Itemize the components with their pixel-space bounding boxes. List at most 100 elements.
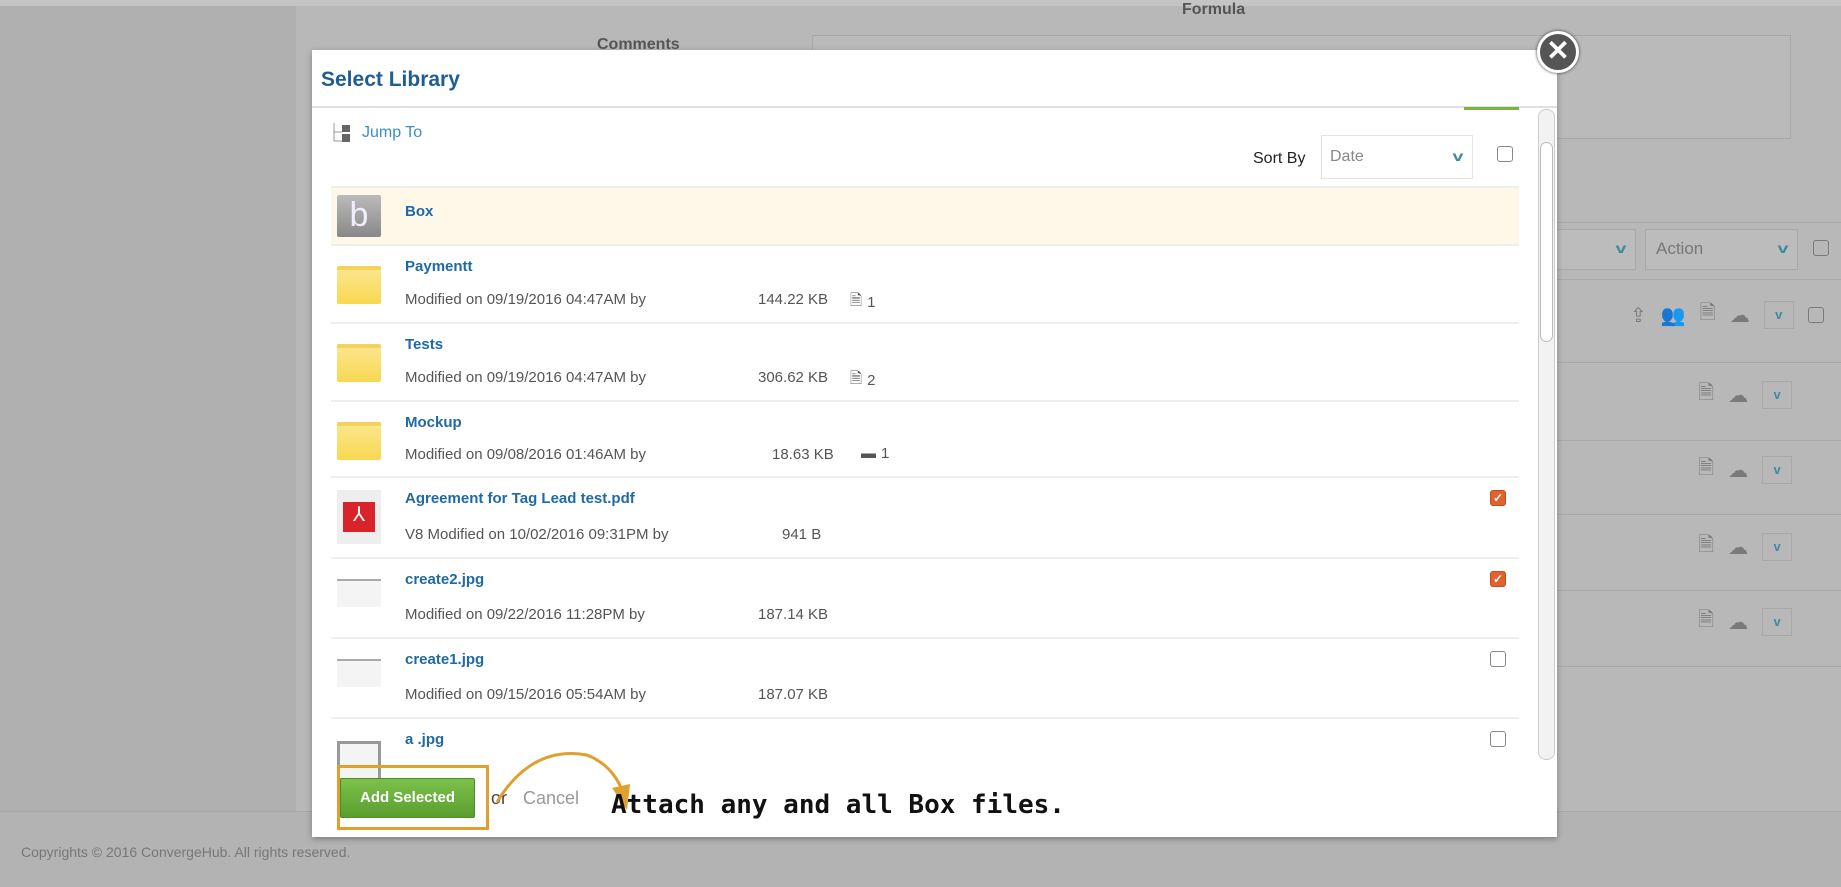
annotation-text: Attach any and all Box files. — [611, 790, 1065, 820]
green-accent — [1464, 107, 1519, 110]
preview-icon[interactable]: 🗎 — [1698, 605, 1714, 639]
preview-icon[interactable]: 🗎 — [1698, 453, 1714, 487]
image-thumbnail — [337, 659, 381, 687]
item-count: 🗎 2 — [850, 368, 875, 393]
item-meta: Modified on 09/22/2016 11:28PM by — [405, 606, 645, 623]
file-icon: 🗎 — [850, 292, 863, 309]
item-checkbox[interactable] — [1490, 731, 1506, 747]
add-selected-button[interactable]: Add Selected — [340, 778, 475, 818]
cloud-download-icon[interactable]: ☁ — [1728, 535, 1748, 560]
list-item[interactable]: Paymentt Modified on 09/19/2016 04:47AM … — [331, 244, 1519, 322]
preview-icon[interactable]: 🗎 — [1700, 298, 1716, 332]
item-size: 187.14 KB — [758, 606, 829, 623]
divider — [1540, 362, 1841, 363]
tree-icon — [333, 123, 350, 142]
item-meta: Modified on 09/19/2016 04:47AM by — [405, 291, 647, 308]
users-icon[interactable]: 👥 — [1661, 303, 1686, 328]
item-meta: V8 Modified on 10/02/2016 09:31PM by — [405, 526, 669, 543]
image-thumbnail — [337, 579, 381, 607]
item-checkbox[interactable] — [1490, 651, 1506, 667]
item-meta: Modified on 09/08/2016 01:46AM by — [405, 446, 647, 463]
folder-icon — [337, 344, 381, 382]
list-item[interactable]: Mockup Modified on 09/08/2016 01:46AM by… — [331, 400, 1519, 476]
chevron-down-icon: v — [1777, 240, 1789, 256]
select-all-checkbox[interactable] — [1813, 240, 1829, 256]
divider — [1540, 514, 1841, 515]
item-size: 941 B — [782, 526, 822, 543]
count-value: 2 — [867, 372, 876, 389]
chevron-down-button[interactable]: v — [1762, 381, 1793, 409]
chevron-down-button[interactable]: v — [1762, 608, 1793, 636]
item-name[interactable]: Paymentt — [405, 258, 473, 275]
share-icon[interactable]: ⇪ — [1630, 303, 1647, 328]
count-value: 1 — [881, 445, 890, 462]
cloud-download-icon[interactable]: ☁ — [1728, 610, 1748, 635]
row-actions: 🗎 ☁ v — [1698, 530, 1793, 564]
jump-to-link[interactable]: Jump To — [332, 122, 422, 144]
divider — [1540, 666, 1841, 667]
list-item[interactable]: Tests Modified on 09/19/2016 04:47AM by … — [331, 322, 1519, 400]
row-actions: 🗎 ☁ v — [1698, 378, 1793, 412]
annotation-arrow-icon — [495, 752, 630, 810]
formula-label: Formula — [1182, 1, 1246, 18]
item-name[interactable]: Mockup — [405, 414, 462, 431]
item-name[interactable]: a .jpg — [405, 731, 444, 748]
scrollbar-thumb[interactable] — [1540, 142, 1553, 342]
sort-by-value: Date — [1330, 148, 1364, 165]
divider — [1540, 440, 1841, 441]
close-dialog-button[interactable]: ✕ — [1537, 31, 1579, 73]
chevron-down-icon: v — [1452, 148, 1464, 164]
acrobat-logo: ⅄ — [343, 502, 375, 532]
jump-to-label: Jump To — [362, 124, 423, 141]
chevron-down-icon: v — [1615, 240, 1627, 256]
item-size: 187.07 KB — [758, 686, 829, 703]
preview-icon[interactable]: 🗎 — [1698, 378, 1714, 412]
divider — [1540, 590, 1841, 591]
cloud-download-icon[interactable]: ☁ — [1728, 458, 1748, 483]
action-select[interactable]: Action v — [1645, 229, 1798, 270]
item-checkbox[interactable]: ✓ — [1490, 571, 1506, 587]
preview-icon[interactable]: 🗎 — [1698, 530, 1714, 564]
item-size: 306.62 KB — [758, 369, 829, 386]
item-meta: Modified on 09/19/2016 04:47AM by — [405, 369, 647, 386]
scrollbar[interactable] — [1538, 109, 1555, 760]
item-checkbox[interactable]: ✓ — [1490, 490, 1506, 506]
sidebar — [0, 6, 296, 887]
item-name[interactable]: Box — [405, 203, 433, 220]
list-item-box[interactable]: b Box — [331, 186, 1519, 244]
folder-icon — [337, 266, 381, 304]
item-size: 18.63 KB — [772, 446, 834, 463]
item-name[interactable]: create2.jpg — [405, 571, 484, 588]
list-item[interactable]: ⅄ Agreement for Tag Lead test.pdf V8 Mod… — [331, 476, 1519, 557]
list-item[interactable]: create2.jpg Modified on 09/22/2016 11:28… — [331, 557, 1519, 637]
cloud-download-icon[interactable]: ☁ — [1728, 383, 1748, 408]
chevron-down-button[interactable]: v — [1762, 456, 1793, 484]
chevron-down-button[interactable]: v — [1762, 533, 1793, 561]
item-name[interactable]: Agreement for Tag Lead test.pdf — [405, 490, 635, 507]
dialog-title: Select Library — [321, 68, 460, 91]
row-actions: 🗎 ☁ v — [1698, 605, 1793, 639]
copyright-text: Copyrights © 2016 ConvergeHub. All right… — [21, 844, 351, 860]
chevron-down-button[interactable]: v — [1763, 301, 1794, 329]
row-actions: ⇪ 👥 🗎 ☁ v — [1630, 298, 1824, 332]
cloud-download-icon[interactable]: ☁ — [1730, 303, 1750, 328]
row-checkbox[interactable] — [1807, 307, 1824, 323]
select-all-checkbox[interactable] — [1497, 146, 1513, 162]
item-size: 144.22 KB — [758, 291, 829, 308]
box-icon: b — [337, 195, 381, 237]
sort-by-select[interactable]: Date v — [1321, 135, 1473, 179]
row-actions: 🗎 ☁ v — [1698, 453, 1793, 487]
file-list: b Box Paymentt Modified on 09/19/2016 04… — [331, 186, 1519, 809]
item-count: ▬ 1 — [861, 445, 889, 462]
list-item[interactable]: create1.jpg Modified on 09/15/2016 05:54… — [331, 637, 1519, 717]
action-select-value: Action — [1656, 239, 1704, 258]
item-name[interactable]: Tests — [405, 336, 443, 353]
pdf-icon: ⅄ — [337, 490, 381, 544]
item-meta: Modified on 09/15/2016 05:54AM by — [405, 686, 647, 703]
divider — [1540, 222, 1841, 223]
item-count: 🗎 1 — [850, 290, 875, 315]
file-icon: 🗎 — [850, 370, 863, 387]
sort-by-label: Sort By — [1253, 150, 1306, 167]
item-name[interactable]: create1.jpg — [405, 651, 484, 668]
folder-icon — [337, 422, 381, 460]
